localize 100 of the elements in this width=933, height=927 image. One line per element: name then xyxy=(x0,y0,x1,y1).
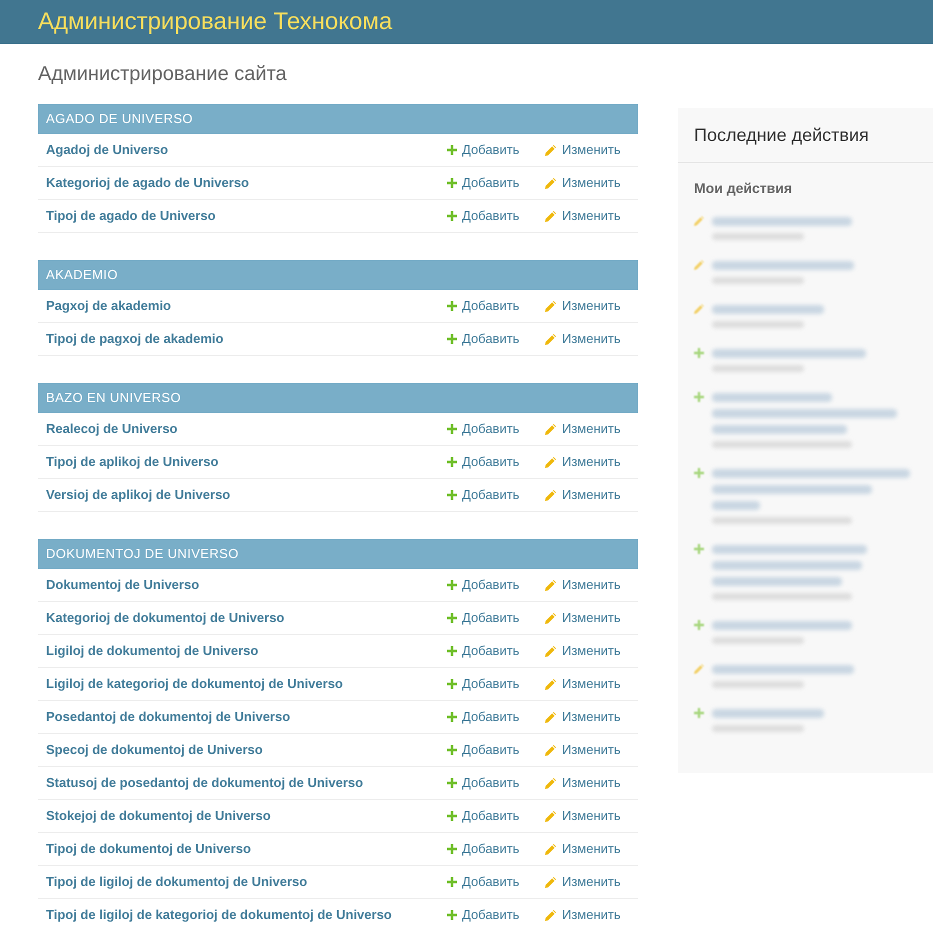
change-link[interactable]: Изменить xyxy=(545,707,621,727)
add-link[interactable]: Добавить xyxy=(447,419,520,439)
change-link[interactable]: Изменить xyxy=(545,641,621,661)
change-link[interactable]: Изменить xyxy=(545,674,621,694)
change-link[interactable]: Изменить xyxy=(545,485,621,505)
add-link[interactable]: Добавить xyxy=(447,740,520,760)
plus-icon xyxy=(447,301,457,311)
model-link[interactable]: Tipoj de dokumentoj de Universo xyxy=(46,839,251,859)
change-link[interactable]: Изменить xyxy=(545,206,621,226)
change-link[interactable]: Изменить xyxy=(545,872,621,892)
change-link[interactable]: Изменить xyxy=(545,329,621,349)
add-link[interactable]: Добавить xyxy=(447,839,520,859)
pencil-icon xyxy=(545,876,556,888)
plus-icon xyxy=(447,334,457,344)
model-link[interactable]: Tipoj de ligiloj de kategorioj de dokumentoj de Universo xyxy=(46,905,392,925)
pencil-icon xyxy=(545,490,556,500)
module-caption: AGADO DE UNIVERSO xyxy=(38,104,638,134)
model-link[interactable]: Dokumentoj de Universo xyxy=(46,575,200,595)
pencil-icon xyxy=(545,334,556,344)
add-link[interactable]: Добавить xyxy=(447,329,520,349)
pencil-icon xyxy=(545,678,556,690)
change-link[interactable]: Изменить xyxy=(545,839,621,859)
panel-subtitle: Мои действия xyxy=(693,179,794,198)
pencil-icon xyxy=(545,456,556,468)
add-link[interactable]: Добавить xyxy=(447,707,520,727)
module-caption: DOKUMENTOJ DE UNIVERSO xyxy=(38,539,638,569)
plus-icon xyxy=(692,618,706,632)
pencil-icon xyxy=(545,210,556,222)
pencil-icon xyxy=(545,178,556,188)
model-link[interactable]: Realecoj de Universo xyxy=(46,419,178,439)
plus-icon xyxy=(447,910,457,920)
add-link[interactable]: Добавить xyxy=(447,674,520,694)
model-link[interactable]: Ligiloj de dokumentoj de Universo xyxy=(46,641,258,661)
plus-icon xyxy=(447,580,457,590)
change-link[interactable]: Изменить xyxy=(545,575,621,595)
plus-icon xyxy=(447,712,457,722)
add-link[interactable]: Добавить xyxy=(447,140,520,160)
change-link[interactable]: Изменить xyxy=(545,452,621,472)
pencil-icon xyxy=(692,662,706,676)
plus-icon xyxy=(692,706,706,720)
add-link[interactable]: Добавить xyxy=(447,296,520,316)
plus-icon xyxy=(447,811,457,821)
pencil-icon xyxy=(692,302,706,316)
plus-icon xyxy=(447,679,457,689)
plus-icon xyxy=(447,778,457,788)
model-link[interactable]: Tipoj de agado de Universo xyxy=(46,206,216,226)
change-link[interactable]: Изменить xyxy=(545,419,621,439)
add-link[interactable]: Добавить xyxy=(447,641,520,661)
change-link[interactable]: Изменить xyxy=(545,140,621,160)
site-title[interactable]: Администрирование Технокома xyxy=(38,4,392,40)
change-link[interactable]: Изменить xyxy=(545,608,621,628)
add-link[interactable]: Добавить xyxy=(447,905,520,925)
model-link[interactable]: Stokejoj de dokumentoj de Universo xyxy=(46,806,271,826)
change-link[interactable]: Изменить xyxy=(545,296,621,316)
plus-icon xyxy=(447,844,457,854)
model-link[interactable]: Tipoj de aplikoj de Universo xyxy=(46,452,218,472)
model-link[interactable]: Tipoj de pagxoj de akademio xyxy=(46,329,224,349)
add-link[interactable]: Добавить xyxy=(447,452,520,472)
model-link[interactable]: Versioj de aplikoj de Universo xyxy=(46,485,230,505)
plus-icon xyxy=(447,745,457,755)
add-link[interactable]: Добавить xyxy=(447,806,520,826)
model-link[interactable]: Tipoj de ligiloj de dokumentoj de Universo xyxy=(46,872,308,892)
add-link[interactable]: Добавить xyxy=(447,485,520,505)
plus-icon xyxy=(447,424,457,434)
pencil-icon xyxy=(545,144,556,156)
pencil-icon xyxy=(545,300,556,312)
model-link[interactable]: Kategorioj de dokumentoj de Universo xyxy=(46,608,284,628)
pencil-icon xyxy=(545,744,556,756)
change-link[interactable]: Изменить xyxy=(545,806,621,826)
pencil-icon xyxy=(545,778,556,788)
model-link[interactable]: Statusoj de posedantoj de dokumentoj de Universo xyxy=(46,773,364,793)
change-link[interactable]: Изменить xyxy=(545,173,621,193)
plus-icon xyxy=(447,490,457,500)
change-link[interactable]: Изменить xyxy=(545,740,621,760)
add-link[interactable]: Добавить xyxy=(447,575,520,595)
pencil-icon xyxy=(545,424,556,434)
plus-icon xyxy=(447,211,457,221)
add-link[interactable]: Добавить xyxy=(447,206,520,226)
pencil-icon xyxy=(545,612,556,624)
pencil-icon xyxy=(545,646,556,656)
plus-icon xyxy=(447,613,457,623)
model-link[interactable]: Agadoj de Universo xyxy=(46,140,168,160)
model-link[interactable]: Ligiloj de kategorioj de dokumentoj de Universo xyxy=(46,674,343,694)
add-link[interactable]: Добавить xyxy=(447,773,520,793)
plus-icon xyxy=(692,466,706,480)
plus-icon xyxy=(447,178,457,188)
change-link[interactable]: Изменить xyxy=(545,905,621,925)
change-link[interactable]: Изменить xyxy=(545,773,621,793)
add-link[interactable]: Добавить xyxy=(447,608,520,628)
model-link[interactable]: Posedantoj de dokumentoj de Universo xyxy=(46,707,290,727)
model-link[interactable]: Specoj de dokumentoj de Universo xyxy=(46,740,263,760)
model-link[interactable]: Kategorioj de agado de Universo xyxy=(46,173,249,193)
model-link[interactable]: Pagxoj de akademio xyxy=(46,296,171,316)
pencil-icon xyxy=(545,810,556,822)
plus-icon xyxy=(692,542,706,556)
pencil-icon xyxy=(545,910,556,920)
pencil-icon xyxy=(545,712,556,722)
module-caption: AKADEMIO xyxy=(38,260,638,290)
add-link[interactable]: Добавить xyxy=(447,872,520,892)
add-link[interactable]: Добавить xyxy=(447,173,520,193)
